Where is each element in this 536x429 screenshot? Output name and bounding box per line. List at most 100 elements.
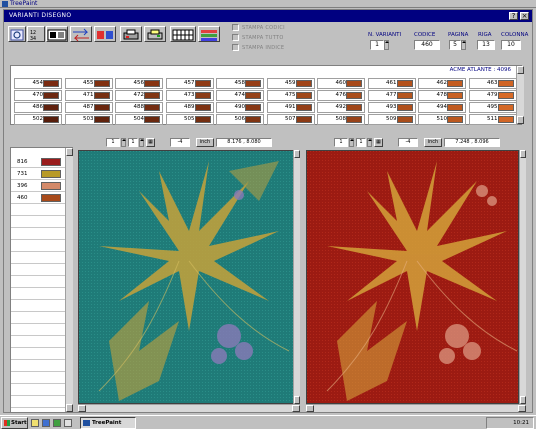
palette-cell[interactable]: 504 (115, 114, 163, 125)
palette-cell[interactable]: 471 (64, 90, 113, 101)
grid-numbers-button[interactable]: 12 34 (27, 26, 45, 42)
palette-cell[interactable]: 457 (165, 78, 214, 89)
left-view-vscroll[interactable] (293, 150, 300, 404)
colonna-field[interactable]: 10 (501, 40, 521, 50)
scroll-up-arrow-icon[interactable] (66, 148, 73, 156)
color-list-row[interactable]: 731 (11, 168, 65, 180)
palette-cell[interactable]: 473 (165, 90, 214, 101)
quicklaunch-mail-icon[interactable] (64, 419, 72, 427)
color-list-row[interactable] (11, 228, 65, 240)
color-list-row[interactable] (11, 360, 65, 372)
palette-tool-button[interactable] (198, 26, 220, 42)
layout-tool-button[interactable] (46, 26, 68, 42)
color-list-row[interactable] (11, 252, 65, 264)
left-view-field1[interactable]: 1 (106, 138, 120, 147)
print-preview-button[interactable] (120, 26, 142, 42)
stampa-codici-checkbox[interactable] (232, 24, 239, 31)
scroll-up-arrow-icon[interactable] (520, 150, 526, 158)
palette-cell[interactable]: 463 (468, 78, 517, 89)
palette-cell[interactable]: 492 (317, 102, 365, 113)
palette-cell[interactable]: 502 (14, 114, 62, 125)
left-grid-button[interactable]: ▦ (146, 138, 155, 147)
scroll-down-arrow-icon[interactable] (66, 404, 73, 412)
palette-cell[interactable]: 455 (64, 78, 113, 89)
palette-cell[interactable]: 462 (418, 78, 466, 89)
palette-cell[interactable]: 459 (266, 78, 315, 89)
palette-cell[interactable]: 472 (115, 90, 163, 101)
quicklaunch-browser-icon[interactable] (42, 419, 50, 427)
left-unit-button[interactable]: inch (196, 138, 214, 147)
palette-cell[interactable]: 487 (64, 102, 113, 113)
swap-colors-button[interactable] (70, 26, 92, 42)
palette-cell[interactable]: 461 (367, 78, 416, 89)
right-view-field1[interactable]: 1 (334, 138, 348, 147)
color-list-row[interactable] (11, 240, 65, 252)
color-list-row[interactable] (11, 204, 65, 216)
palette-cell[interactable]: 505 (165, 114, 214, 125)
scroll-left-arrow-icon[interactable] (78, 405, 86, 412)
close-button[interactable]: × (520, 12, 529, 20)
scroll-right-arrow-icon[interactable] (518, 405, 526, 412)
palette-cell[interactable]: 503 (64, 114, 113, 125)
left-offset-field[interactable]: -4 (170, 138, 190, 147)
palette-cell[interactable]: 495 (468, 102, 517, 113)
color-list-row[interactable] (11, 348, 65, 360)
color-list-scrollbar[interactable] (65, 148, 73, 412)
search-tool-button[interactable] (8, 26, 26, 42)
palette-cell[interactable]: 477 (367, 90, 416, 101)
palette-cell[interactable]: 470 (14, 90, 62, 101)
palette-cell[interactable]: 490 (216, 102, 264, 113)
scroll-down-arrow-icon[interactable] (520, 396, 526, 404)
right-offset-field[interactable]: -4 (398, 138, 418, 147)
palette-cell[interactable]: 510 (418, 114, 466, 125)
codice-field[interactable]: 460 (414, 40, 440, 50)
color-list-row[interactable] (11, 324, 65, 336)
color-list-row[interactable] (11, 312, 65, 324)
scroll-up-arrow-icon[interactable] (517, 66, 524, 74)
n-varianti-field[interactable]: 1 (370, 40, 384, 50)
pagina-spinner[interactable] (461, 40, 466, 50)
pattern-grid-button[interactable] (170, 26, 196, 42)
left-design-view[interactable] (78, 150, 294, 404)
palette-cell[interactable]: 507 (266, 114, 315, 125)
palette-cell[interactable]: 511 (468, 114, 517, 125)
pagina-field[interactable]: 5 (449, 40, 461, 50)
color-list-row[interactable]: 816 (11, 156, 65, 168)
print-color-button[interactable] (144, 26, 166, 42)
palette-cell[interactable]: 454 (14, 78, 62, 89)
palette-cell[interactable]: 476 (317, 90, 365, 101)
quicklaunch-desktop-icon[interactable] (53, 419, 61, 427)
color-list-row[interactable] (11, 336, 65, 348)
color-list-row[interactable] (11, 396, 65, 408)
palette-cell[interactable]: 456 (115, 78, 163, 89)
n-varianti-spinner[interactable] (384, 40, 389, 50)
palette-cell[interactable]: 494 (418, 102, 466, 113)
right-unit-button[interactable]: inch (424, 138, 442, 147)
palette-cell[interactable]: 506 (216, 114, 264, 125)
right-view-vscroll[interactable] (519, 150, 526, 404)
scroll-down-arrow-icon[interactable] (517, 116, 524, 124)
taskbar-treepaint-button[interactable]: TreePaint (80, 417, 136, 429)
scroll-down-arrow-icon[interactable] (294, 396, 300, 404)
color-list-row[interactable] (11, 372, 65, 384)
left-view-hscroll[interactable] (78, 404, 300, 412)
palette-cell[interactable]: 486 (14, 102, 62, 113)
palette-cell[interactable]: 474 (216, 90, 264, 101)
palette-cell[interactable]: 509 (367, 114, 416, 125)
palette-cell[interactable]: 489 (165, 102, 214, 113)
left-field2-spinner[interactable] (139, 138, 144, 147)
quicklaunch-folder-icon[interactable] (31, 419, 39, 427)
left-view-field2[interactable]: 1 (128, 138, 138, 147)
color-list-row[interactable] (11, 300, 65, 312)
palette-cell[interactable]: 460 (317, 78, 365, 89)
palette-cell[interactable]: 508 (317, 114, 365, 125)
palette-cell[interactable]: 479 (468, 90, 517, 101)
color-list-row[interactable] (11, 384, 65, 396)
color-list-row[interactable]: 460 (11, 192, 65, 204)
palette-scrollbar[interactable] (516, 66, 524, 124)
right-design-view[interactable] (306, 150, 519, 404)
right-view-field2[interactable]: 1 (356, 138, 366, 147)
palette-cell[interactable]: 475 (266, 90, 315, 101)
palette-cell[interactable]: 491 (266, 102, 315, 113)
right-view-hscroll[interactable] (306, 404, 526, 412)
